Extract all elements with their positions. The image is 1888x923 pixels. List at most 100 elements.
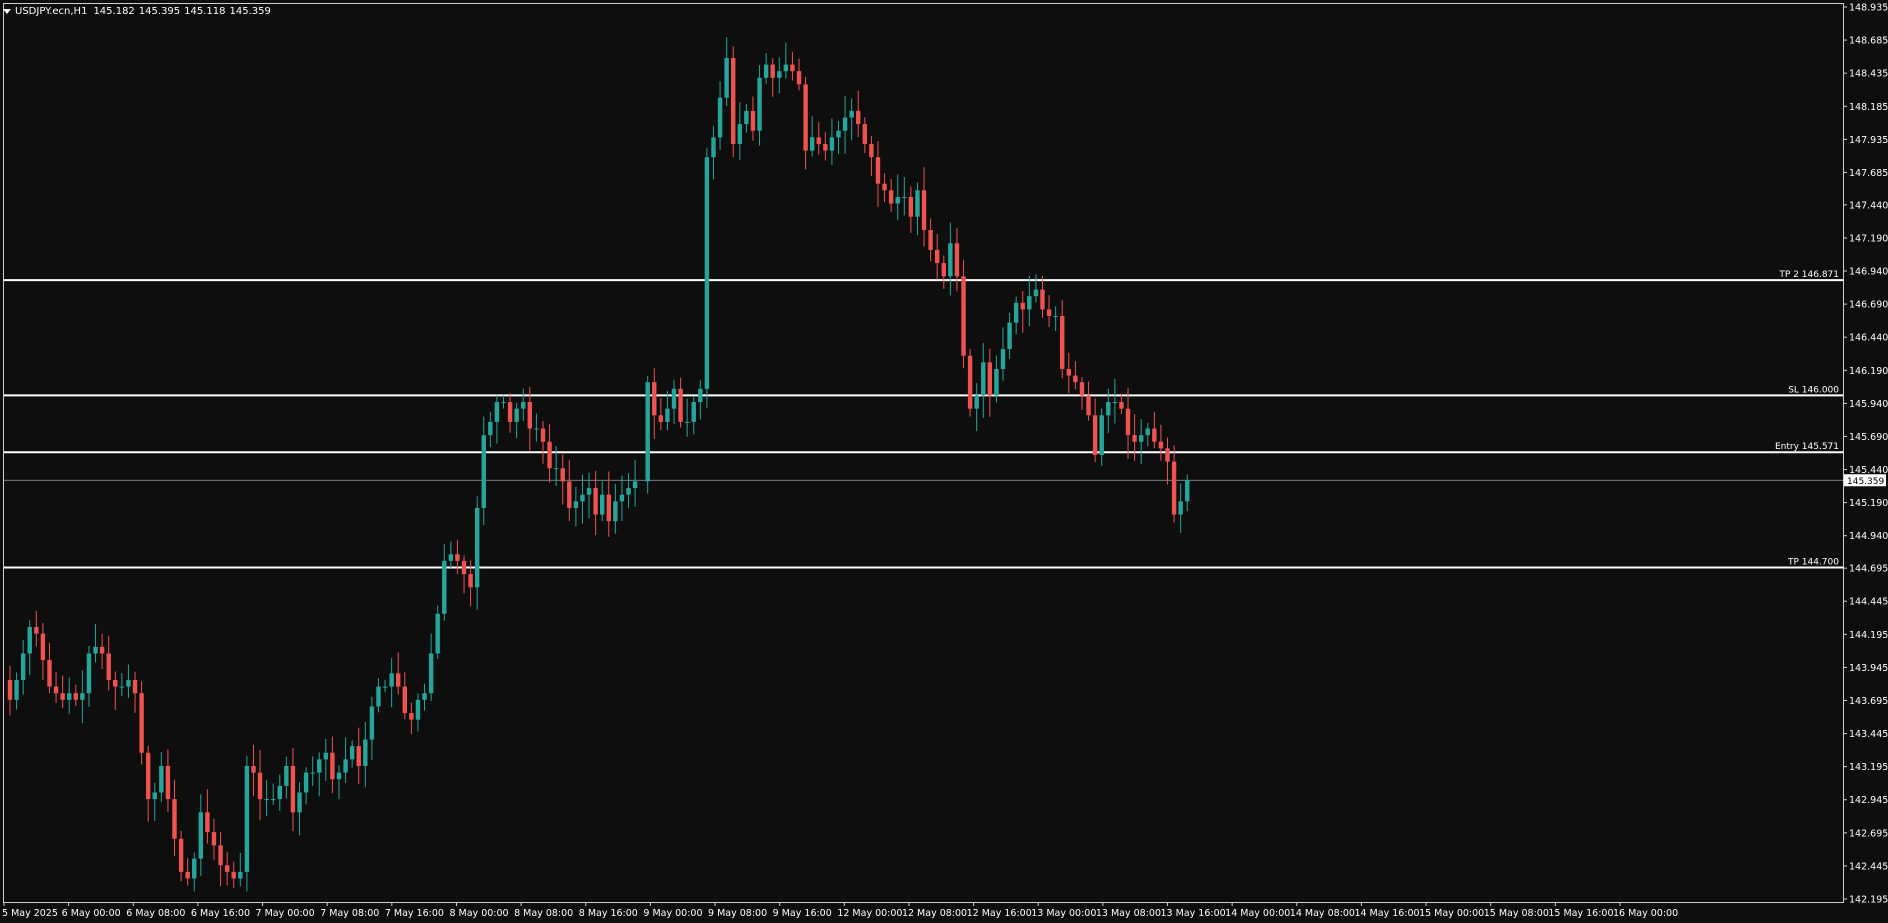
candle [547,424,552,483]
chart-window[interactable]: TP 2 146.871 SL 146.000 Entry 145.571 TP 14… [0,0,1888,923]
candle-body [1152,428,1157,442]
candle [455,540,460,574]
candle [744,104,749,133]
candle [928,218,933,262]
candle [816,122,821,155]
price-chart[interactable]: TP 2 146.871 SL 146.000 Entry 145.571 TP 14… [0,0,1888,923]
price-tick-label: 147.440 [1849,200,1888,211]
candle [7,665,13,716]
candle-body [600,494,605,515]
candle [382,679,388,693]
price-tick-label: 143.195 [1849,762,1888,773]
candle-body [1185,480,1190,502]
candle-body [1020,302,1025,310]
candle [567,459,572,521]
price-tick-label: 147.935 [1849,135,1888,146]
candle-body [310,772,315,774]
candle-body [363,739,368,766]
chart-menu-triangle-icon[interactable] [3,8,11,14]
candle-body [731,57,736,144]
candle-body [842,117,848,131]
candle-body [829,137,835,151]
candle-body [684,421,690,423]
candle-body [297,792,302,813]
candle-body [132,679,138,694]
candle-body [415,699,421,720]
time-tick-label: 9 May 08:00 [708,908,767,919]
candle [119,673,125,697]
current-price-label: 145.359 [1847,477,1884,487]
price-tick-label: 144.940 [1849,531,1888,542]
candle [1145,422,1150,447]
level-label: TP 144.700 [1787,557,1839,567]
candle-body [1033,289,1039,297]
candle [488,411,493,448]
candle [73,684,78,707]
candle-body [593,488,598,515]
candle [1013,296,1019,335]
candle [67,677,72,715]
candle-body [40,633,46,661]
candle-body [888,190,894,204]
candle-body [1046,309,1052,317]
price-tick-label: 147.685 [1849,168,1888,179]
time-tick-label: 7 May 00:00 [256,908,315,919]
candle-body [382,686,388,688]
candle-body [271,799,276,801]
candle-body [1178,501,1183,515]
price-tick-label: 142.695 [1849,828,1888,839]
candle [540,420,546,464]
candle [974,383,979,432]
candle-body [80,693,85,700]
candle [1040,275,1045,318]
candle-body [836,130,841,138]
price-tick-label: 146.440 [1849,333,1888,344]
price-tick-label: 146.690 [1849,300,1888,311]
candle [514,402,519,439]
candle [224,851,230,886]
time-tick-label: 8 May 00:00 [449,908,508,919]
price-tick-label: 147.190 [1849,233,1888,244]
candle [717,81,723,150]
candle [284,756,289,799]
candle-body [192,858,197,879]
time-tick-label: 14 May 16:00 [1354,908,1419,919]
candle [317,752,322,797]
candle-body [954,243,960,277]
candle [238,852,243,887]
candle [198,794,204,876]
candle [297,782,302,836]
time-tick-label: 5 May 2025 [2,908,58,919]
trade-levels: TP 2 146.871 SL 146.000 Entry 145.571 TP 14… [4,270,1886,569]
candle-body [1145,428,1150,436]
candle [323,739,329,781]
time-tick-label: 15 May 00:00 [1419,908,1484,919]
time-tick-label: 6 May 16:00 [191,908,250,919]
time-tick-label: 7 May 16:00 [385,908,444,919]
candle-body [974,395,979,409]
candle-body [724,57,729,98]
candle-body [961,276,966,356]
price-tick-label: 148.435 [1849,69,1888,80]
time-tick-label: 9 May 00:00 [643,908,702,919]
candle [310,756,315,787]
candle-body [882,183,887,191]
price-tick-label: 148.685 [1849,36,1888,47]
time-tick-label: 13 May 08:00 [1096,908,1161,919]
candle-body [862,124,868,144]
candle-body [20,653,26,680]
candle [211,818,217,860]
candle [613,483,618,534]
candle [251,744,256,796]
candle-body [935,249,940,264]
symbol-label: USDJPY.ecn,H1 [15,5,88,17]
candle [1171,445,1177,523]
candle [534,413,539,442]
candle-body [145,752,151,800]
candle [1165,437,1170,485]
candle [994,355,999,403]
close-value: 145.359 [229,5,271,17]
time-tick-label: 12 May 16:00 [967,908,1032,919]
candle [869,136,874,176]
candle [86,645,92,707]
